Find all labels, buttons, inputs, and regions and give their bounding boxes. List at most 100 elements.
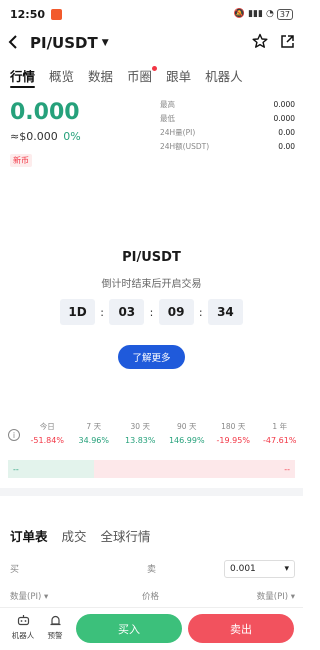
robot-button[interactable]: 机器人 xyxy=(8,614,38,641)
alert-button[interactable]: 预警 xyxy=(40,614,70,641)
performance-row: i 今日 -51.84% 7 天 34.96% 30 天 13.83% 90 天 146.99… xyxy=(0,420,303,456)
order-book-tabs: 订单表 成交 全球行情 xyxy=(10,526,151,545)
timer-seconds: 34 xyxy=(207,299,243,325)
alert-label: 预警 xyxy=(47,631,63,640)
stat-value: 0.00 xyxy=(278,141,295,151)
performance-value: -51.84% xyxy=(30,436,64,445)
stat-volume: 24H量(PI) 0.00 xyxy=(160,125,295,139)
col-label: 数量(PI) xyxy=(10,592,42,602)
robot-label: 机器人 xyxy=(11,631,35,640)
star-icon[interactable] xyxy=(252,33,268,53)
performance-period: 今日 xyxy=(39,422,55,431)
stat-high: 最高 0.000 xyxy=(160,97,295,111)
stat-value: 0.000 xyxy=(273,99,295,109)
stat-label: 最低 xyxy=(160,113,175,123)
app-notification-icon xyxy=(51,8,63,20)
fiat-value: ≈$0.000 xyxy=(10,130,58,143)
stat-turnover: 24H额(USDT) 0.00 xyxy=(160,139,295,153)
performance-value: 13.83% xyxy=(124,436,156,445)
performance-value: 34.96% xyxy=(78,436,109,445)
buy-label: 买 xyxy=(10,565,20,575)
tab-data[interactable]: 数据 xyxy=(88,60,113,90)
main-tabs: 行情 概览 数据 币圈 跟单 机器人 xyxy=(0,60,303,90)
header: PI/USDT ▼ xyxy=(0,28,303,58)
caret-down-icon: ▾ xyxy=(290,592,295,602)
sell-ratio: -- xyxy=(94,460,295,478)
performance-value: -19.95% xyxy=(216,436,250,445)
tab-global-market[interactable]: 全球行情 xyxy=(101,526,151,545)
status-icons: 🔕 ▮▮▮ ◔ 37 xyxy=(233,8,293,20)
col-amount-right[interactable]: 数量(PI) ▾ xyxy=(257,590,295,602)
buy-button[interactable]: 买入 xyxy=(76,614,182,643)
robot-icon xyxy=(8,614,38,630)
col-amount-left[interactable]: 数量(PI) ▾ xyxy=(10,590,48,602)
info-icon[interactable]: i xyxy=(8,429,20,441)
alarm-icon xyxy=(40,614,70,630)
tab-trades[interactable]: 成交 xyxy=(62,526,87,545)
last-price: 0.000 xyxy=(10,100,80,125)
tab-overview[interactable]: 概览 xyxy=(49,60,74,90)
timer-separator: : xyxy=(198,305,203,319)
mute-icon: 🔕 xyxy=(233,9,246,19)
learn-more-button[interactable]: 了解更多 xyxy=(118,345,185,369)
tab-market[interactable]: 行情 xyxy=(10,60,36,90)
new-coin-badge: 新币 xyxy=(10,154,32,167)
pair-title[interactable]: PI/USDT xyxy=(30,34,98,52)
tab-label: 数据 xyxy=(88,68,114,84)
caret-down-icon: ▾ xyxy=(43,592,49,602)
countdown-title: PI/USDT xyxy=(122,250,181,265)
col-label: 数量(PI) xyxy=(256,592,289,602)
bottom-action-bar: 机器人 预警 买入 卖出 xyxy=(0,607,303,650)
performance-col: 180 天 -19.95% xyxy=(210,420,257,448)
tab-community[interactable]: 币圈 xyxy=(127,60,158,90)
tab-label: 币圈 xyxy=(127,68,153,84)
performance-period: 180 天 xyxy=(221,422,246,431)
order-book-header: 买 卖 0.001 ▾ xyxy=(10,560,295,578)
section-divider xyxy=(0,488,303,496)
share-icon[interactable] xyxy=(280,34,295,53)
performance-col: 90 天 146.99% xyxy=(164,420,211,448)
performance-value: 146.99% xyxy=(168,436,205,445)
precision-value: 0.001 xyxy=(230,564,256,574)
performance-period: 1 年 xyxy=(272,422,288,431)
timer-separator: : xyxy=(100,305,105,319)
sell-label: 卖 xyxy=(147,565,157,575)
tab-copy-trading[interactable]: 跟单 xyxy=(166,60,191,90)
order-book-columns: 数量(PI) ▾ 价格 数量(PI) ▾ xyxy=(10,590,295,602)
buy-sell-ratio-bar: -- -- xyxy=(8,460,295,478)
performance-value: -47.61% xyxy=(263,436,297,445)
tab-label: 概览 xyxy=(49,68,75,84)
stat-low: 最低 0.000 xyxy=(160,111,295,125)
performance-period: 30 天 xyxy=(130,422,150,431)
tab-order-book[interactable]: 订单表 xyxy=(10,526,48,545)
tab-robot[interactable]: 机器人 xyxy=(205,60,243,90)
countdown-subtitle: 倒计时结束后开启交易 xyxy=(101,279,202,290)
precision-select[interactable]: 0.001 ▾ xyxy=(224,560,295,578)
notification-dot xyxy=(152,66,158,71)
timer-separator: : xyxy=(149,305,154,319)
performance-col: 7 天 34.96% xyxy=(71,420,118,448)
stat-value: 0.00 xyxy=(278,127,295,137)
performance-col: 30 天 13.83% xyxy=(117,420,164,448)
performance-col: 今日 -51.84% xyxy=(24,420,71,448)
caret-down-icon[interactable]: ▼ xyxy=(102,38,109,48)
status-time: 12:50 xyxy=(10,7,46,21)
battery-icon: 37 xyxy=(276,8,293,20)
back-icon[interactable] xyxy=(8,34,24,53)
timer-hours: 03 xyxy=(109,299,145,325)
col-price: 价格 xyxy=(142,592,160,602)
timer-minutes: 09 xyxy=(158,299,194,325)
performance-col: 1 年 -47.61% xyxy=(257,420,304,448)
sell-button[interactable]: 卖出 xyxy=(188,614,294,643)
tab-label: 机器人 xyxy=(205,68,243,84)
buy-ratio: -- xyxy=(8,460,95,478)
performance-period: 7 天 xyxy=(86,422,102,431)
tab-label: 跟单 xyxy=(166,68,192,84)
stat-label: 24H量(PI) xyxy=(160,127,196,137)
tab-label: 行情 xyxy=(10,68,36,84)
stat-label: 最高 xyxy=(160,99,175,109)
chevron-down-icon: ▾ xyxy=(284,564,289,574)
signal-icon: ▮▮▮ xyxy=(248,9,263,19)
fiat-price: ≈$0.000 0% xyxy=(10,130,81,143)
change-percent: 0% xyxy=(63,130,81,143)
